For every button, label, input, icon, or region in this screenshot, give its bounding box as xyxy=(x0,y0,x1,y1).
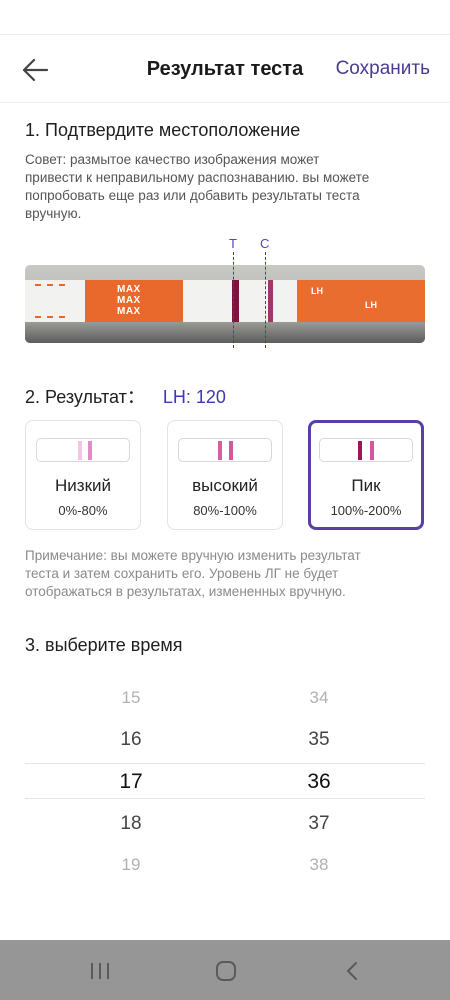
minute-option[interactable]: 34 xyxy=(289,688,349,708)
result-card-high[interactable]: высокий 80%-100% xyxy=(167,420,283,530)
mini-test-line xyxy=(358,441,362,460)
hour-option[interactable]: 19 xyxy=(101,855,161,875)
note-line: теста и затем сохранить его. Уровень ЛГ … xyxy=(25,566,339,581)
recent-apps-icon xyxy=(91,963,109,979)
home-icon xyxy=(216,961,236,981)
time-picker[interactable]: 15 16 17 18 19 34 35 36 37 38 xyxy=(0,680,450,890)
test-strip: MAX MAX MAX LH LH xyxy=(25,280,425,322)
card-range: 100%-200% xyxy=(330,503,402,518)
result-row: 2. Результат： LH: 120 xyxy=(25,383,226,407)
system-navigation-bar xyxy=(0,940,450,1000)
note-line: Примечание: вы можете вручную изменить р… xyxy=(25,548,361,563)
wave-mark xyxy=(35,284,41,318)
save-button[interactable]: Сохранить xyxy=(336,58,430,80)
card-label: Низкий xyxy=(55,476,111,495)
header-divider xyxy=(0,102,450,103)
mini-test-line xyxy=(218,441,222,460)
test-line-marker-label: T xyxy=(229,236,237,251)
control-line xyxy=(268,280,273,322)
lh-value: LH: 120 xyxy=(162,387,226,407)
card-label: Пик xyxy=(351,476,381,495)
home-button[interactable] xyxy=(211,958,241,984)
minute-option-selected[interactable]: 36 xyxy=(289,770,349,794)
card-range: 0%-80% xyxy=(58,503,108,518)
note-line: отображаться в результатах, измененных в… xyxy=(25,584,346,599)
strip-lh-label: LH xyxy=(311,286,323,296)
card-range: 80%-100% xyxy=(193,503,257,518)
result-card-low[interactable]: Низкий 0%-80% xyxy=(25,420,141,530)
hour-option-selected[interactable]: 17 xyxy=(101,770,161,794)
strip-max-label: MAX xyxy=(117,306,141,317)
test-strip-photo: MAX MAX MAX LH LH xyxy=(25,265,425,343)
mini-test-line xyxy=(78,441,82,460)
recent-apps-button[interactable] xyxy=(85,958,115,984)
mini-control-line xyxy=(88,441,92,460)
test-line-marker[interactable] xyxy=(233,252,234,348)
mini-control-line xyxy=(370,441,374,460)
system-back-button[interactable] xyxy=(337,958,367,984)
minute-option[interactable]: 37 xyxy=(289,813,349,835)
hint-line: вручную. xyxy=(25,206,82,221)
control-line-marker[interactable] xyxy=(265,252,266,348)
hint-line: Совет: размытое качество изображения мож… xyxy=(25,152,320,167)
hint-line: попробовать еще раз или добавить результ… xyxy=(25,188,360,203)
minute-option[interactable]: 35 xyxy=(289,729,349,751)
strip-max-label: MAX xyxy=(117,284,141,295)
wave-mark xyxy=(59,284,65,318)
mini-strip-icon xyxy=(319,438,413,462)
result-card-peak[interactable]: Пик 100%-200% xyxy=(308,420,424,530)
hour-option[interactable]: 15 xyxy=(101,688,161,708)
hint-line: привести к неправильному распознаванию. … xyxy=(25,170,370,185)
mini-strip-icon xyxy=(36,438,130,462)
section-time-title: 3. выберите время xyxy=(25,635,183,655)
strip-max-label: MAX xyxy=(117,295,141,306)
blur-tip-text: Совет: размытое качество изображения мож… xyxy=(25,151,430,223)
strip-lh-label: LH xyxy=(365,300,377,310)
status-divider xyxy=(0,34,450,35)
mini-control-line xyxy=(229,441,233,460)
back-icon xyxy=(347,962,357,980)
card-label: высокий xyxy=(192,476,258,495)
picker-selection-top xyxy=(25,763,425,764)
section-confirm-location-title: 1. Подтвердите местоположение xyxy=(25,120,301,140)
section-result-title: 2. Результат： xyxy=(25,387,145,407)
hour-option[interactable]: 18 xyxy=(101,813,161,835)
control-line-marker-label: C xyxy=(260,236,270,251)
app-header: Результат теста Сохранить xyxy=(0,40,450,100)
strip-shadow xyxy=(25,322,425,343)
wave-mark xyxy=(47,284,53,318)
minute-option[interactable]: 38 xyxy=(289,855,349,875)
manual-edit-note: Примечание: вы можете вручную изменить р… xyxy=(25,547,430,601)
hour-option[interactable]: 16 xyxy=(101,729,161,751)
mini-strip-icon xyxy=(178,438,272,462)
picker-selection-bottom xyxy=(25,798,425,799)
